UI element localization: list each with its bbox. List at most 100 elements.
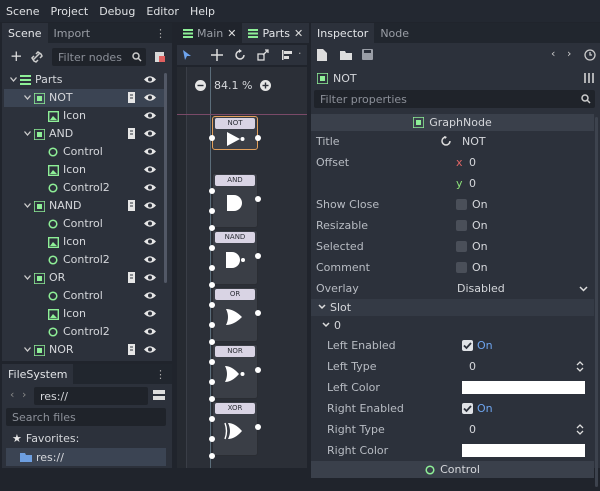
left-type-value[interactable]: 0: [469, 360, 476, 373]
zoom-in-icon[interactable]: [260, 80, 272, 91]
tree-item-parts[interactable]: Parts: [4, 71, 164, 89]
tree-item-control2[interactable]: Control2: [4, 251, 164, 269]
open-folder-icon[interactable]: [340, 50, 352, 60]
resizable-checkbox[interactable]: [456, 220, 467, 231]
input-port[interactable]: [209, 302, 215, 308]
input-port[interactable]: [209, 135, 215, 141]
menu-scene[interactable]: Scene: [6, 5, 40, 18]
selected-checkbox[interactable]: [456, 241, 467, 252]
rotate-tool-icon[interactable]: [234, 49, 246, 61]
graph-canvas[interactable]: 84.1 % NOT AND NAND OR NOR XOR: [177, 67, 307, 468]
save-icon[interactable]: [362, 49, 373, 60]
chevron-down-icon[interactable]: [24, 131, 31, 136]
visibility-eye-icon[interactable]: [144, 237, 156, 246]
graph-node-nand[interactable]: NAND: [212, 230, 258, 285]
comment-checkbox[interactable]: [456, 262, 467, 273]
script-icon[interactable]: [127, 200, 136, 211]
right-color-swatch[interactable]: [462, 444, 585, 457]
align-icon[interactable]: [281, 49, 293, 61]
right-enabled-checkbox[interactable]: [462, 403, 473, 414]
slot-section-header[interactable]: Slot: [311, 299, 594, 316]
script-icon[interactable]: [154, 51, 166, 63]
output-port[interactable]: [255, 135, 261, 141]
input-port[interactable]: [209, 453, 215, 459]
visibility-eye-icon[interactable]: [144, 93, 156, 102]
input-port[interactable]: [209, 416, 215, 422]
tab-inspector[interactable]: Inspector: [311, 23, 375, 43]
graph-node-nor[interactable]: NOR: [212, 344, 258, 399]
history-forward-icon[interactable]: ›: [567, 47, 571, 60]
script-icon[interactable]: [127, 92, 136, 103]
input-port[interactable]: [209, 245, 215, 251]
visibility-eye-icon[interactable]: [144, 129, 156, 138]
chevron-down-icon[interactable]: [24, 203, 31, 208]
script-icon[interactable]: [127, 272, 136, 283]
tree-item-control2[interactable]: Control2: [4, 179, 164, 197]
visibility-eye-icon[interactable]: [144, 345, 156, 354]
output-port[interactable]: [255, 310, 261, 316]
left-color-swatch[interactable]: [462, 381, 585, 394]
input-port[interactable]: [209, 379, 215, 385]
tree-item-control[interactable]: Control: [4, 215, 164, 233]
filter-nodes-input[interactable]: Filter nodes: [52, 48, 146, 66]
more-tools-icon[interactable]: ·: [298, 47, 302, 60]
visibility-eye-icon[interactable]: [144, 111, 156, 120]
overlay-dropdown[interactable]: Disabled: [457, 282, 505, 295]
graph-node-or[interactable]: OR: [212, 287, 258, 342]
new-resource-icon[interactable]: [317, 49, 327, 61]
tree-item-nand[interactable]: NAND: [4, 197, 164, 215]
add-node-icon[interactable]: +: [10, 47, 23, 65]
link-icon[interactable]: [31, 51, 43, 63]
input-port[interactable]: [209, 436, 215, 442]
menu-help[interactable]: Help: [190, 5, 215, 18]
right-type-value[interactable]: 0: [469, 423, 476, 436]
favorites-row[interactable]: ★ Favorites:: [12, 432, 79, 445]
input-port[interactable]: [209, 188, 215, 194]
tab-filesystem[interactable]: FileSystem: [2, 364, 74, 384]
tree-item-not[interactable]: NOT: [4, 89, 164, 107]
slot-0-header[interactable]: 0: [311, 317, 594, 334]
path-field[interactable]: res://: [34, 387, 148, 405]
tab-scene[interactable]: Scene: [2, 23, 48, 43]
search-files-input[interactable]: Search files: [6, 408, 166, 426]
input-port[interactable]: [209, 265, 215, 271]
tree-item-icon[interactable]: Icon: [4, 233, 164, 251]
tree-item-icon[interactable]: Icon: [4, 305, 164, 323]
visibility-eye-icon[interactable]: [144, 147, 156, 156]
visibility-eye-icon[interactable]: [144, 165, 156, 174]
chevron-down-icon[interactable]: [24, 95, 31, 100]
tree-item-control[interactable]: Control: [4, 287, 164, 305]
spinner-icon[interactable]: [576, 424, 584, 435]
revert-icon[interactable]: [441, 136, 452, 147]
chevron-down-icon[interactable]: [24, 275, 31, 280]
left-enabled-checkbox[interactable]: [462, 340, 473, 351]
visibility-eye-icon[interactable]: [144, 291, 156, 300]
history-icon[interactable]: [584, 49, 596, 61]
res-root-row[interactable]: res://: [6, 448, 166, 466]
graph-node-not[interactable]: NOT: [212, 116, 258, 150]
output-port[interactable]: [255, 196, 261, 202]
chevron-down-icon[interactable]: [10, 77, 17, 82]
zoom-out-icon[interactable]: [195, 80, 206, 91]
select-tool-icon[interactable]: [183, 50, 192, 61]
close-icon[interactable]: ✕: [227, 27, 236, 40]
chevron-down-icon[interactable]: [24, 347, 31, 352]
scene-tree-scrollbar[interactable]: [164, 73, 167, 283]
script-icon[interactable]: [127, 128, 136, 139]
visibility-eye-icon[interactable]: [144, 183, 156, 192]
menu-editor[interactable]: Editor: [146, 5, 179, 18]
graph-node-and[interactable]: AND: [212, 173, 258, 228]
inspector-scrollbar[interactable]: [595, 117, 598, 487]
visibility-eye-icon[interactable]: [144, 219, 156, 228]
script-icon[interactable]: [127, 344, 136, 355]
menu-project[interactable]: Project: [51, 5, 89, 18]
move-tool-icon[interactable]: [211, 49, 223, 61]
visibility-eye-icon[interactable]: [144, 327, 156, 336]
visibility-eye-icon[interactable]: [144, 309, 156, 318]
control-section-header[interactable]: Control: [311, 461, 594, 478]
history-back-icon[interactable]: ‹: [551, 47, 555, 60]
show-close-checkbox[interactable]: [456, 199, 467, 210]
tree-item-nor[interactable]: NOR: [4, 341, 164, 357]
output-port[interactable]: [255, 424, 261, 430]
menu-debug[interactable]: Debug: [99, 5, 135, 18]
